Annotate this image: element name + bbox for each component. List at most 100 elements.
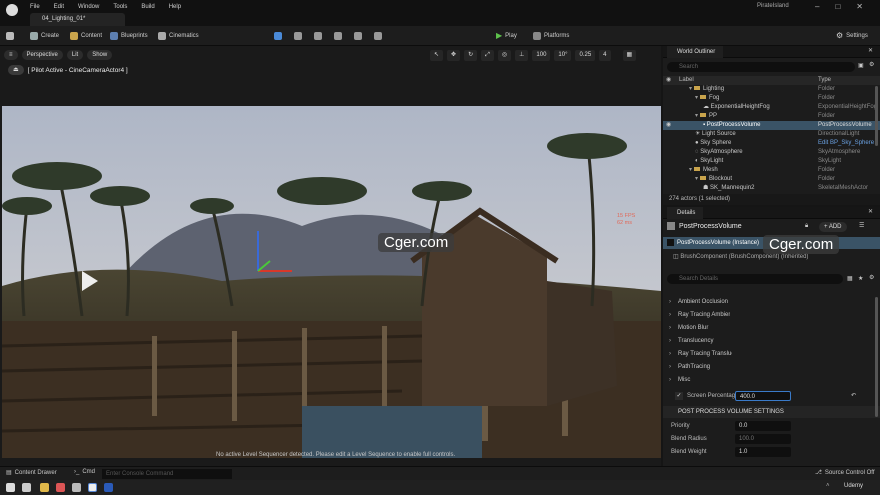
drawer-icon: ▤ [6,470,12,476]
section-ambient-occlusion[interactable]: Ambient Occlusion [663,296,880,309]
details-search-input[interactable]: Search Details [667,274,843,284]
section-translucency[interactable]: Translucency [663,335,880,348]
list-item[interactable]: ◌ SkyAtmosphere SkyAtmosphere [663,148,880,157]
browser-icon[interactable] [56,483,65,492]
eject-pilot-icon[interactable]: ⏏ [8,65,24,75]
details-tab[interactable]: Details [667,207,704,219]
settings-button[interactable]: ⚙ Settings [836,30,868,42]
list-item[interactable]: ☗ SK_Mannequin2 SkeletalMeshActor [663,184,880,192]
menu-file[interactable]: File [30,4,40,10]
content-button[interactable]: Content [70,30,102,42]
menu-edit[interactable]: Edit [54,4,64,10]
override-checkbox[interactable]: ✓ [675,392,683,400]
type-column[interactable]: Type [818,76,831,85]
section-motion-blur[interactable]: Motion Blur [663,322,880,335]
outliner-search-input[interactable]: Search [667,62,855,72]
viewport-layout-icon[interactable]: ▦ [622,50,637,61]
play-button[interactable]: ▶ Play [496,30,517,42]
camera-speed-value[interactable]: 4 [599,50,611,61]
list-item[interactable]: ▾ PP Folder [663,112,880,121]
cmd-button[interactable]: ›_ Cmd [74,469,95,475]
list-item[interactable]: ▾ Fog Folder [663,94,880,103]
blueprints-button[interactable]: Blueprints [110,30,148,42]
mesh-paint-icon[interactable] [334,32,342,40]
app-icon[interactable] [72,483,81,492]
gear-icon[interactable]: ⚙ [869,274,874,281]
section-pathtracing[interactable]: PathTracing [663,361,880,374]
details-scrollbar[interactable] [875,297,878,417]
create-button[interactable]: Create [30,30,59,42]
label-column[interactable]: Label [679,76,694,85]
add-component-button[interactable]: + ADD [819,222,847,232]
close-icon[interactable]: ✕ [868,47,873,54]
photoshop-icon[interactable] [104,483,113,492]
list-item[interactable]: ▾ Mesh Folder [663,166,880,175]
show-button[interactable]: Show [87,50,113,60]
list-item-selected[interactable]: ◉ ▪ PostProcessVolume PostProcessVolume [663,121,880,130]
menu-tools[interactable]: Tools [113,4,127,10]
outliner-tab[interactable]: World Outliner [667,46,724,58]
select-tool-icon[interactable]: ↖ [430,50,444,61]
select-mode-icon[interactable] [274,32,282,40]
start-icon[interactable] [6,483,15,492]
menu-help[interactable]: Help [169,4,181,10]
unreal-logo-icon[interactable] [6,4,18,16]
save-button[interactable] [6,30,14,42]
tray-chevron-icon[interactable]: ˄ [826,483,830,489]
menu-window[interactable]: Window [78,4,99,10]
component-row[interactable]: ◫ BrushComponent (BrushComponent) (Inher… [673,253,808,260]
foliage-mode-icon[interactable] [314,32,322,40]
gear-icon[interactable]: ⚙ [869,61,874,68]
unreal-taskbar-icon[interactable] [88,483,97,492]
section-misc[interactable]: Misc [663,374,880,387]
source-control-button[interactable]: ⎇ Source Control Off [815,469,875,477]
scale-snap-value[interactable]: 0.25 [575,50,596,61]
console-input[interactable]: Enter Console Command [102,469,232,479]
grid-snap-value[interactable]: 100 [532,50,551,61]
scale-tool-icon[interactable]: ⤢ [481,50,494,61]
reset-icon[interactable]: ↶ [851,390,856,402]
perspective-button[interactable]: Perspective [21,50,63,60]
viewport-menu-button[interactable]: ≡ [4,50,18,60]
platforms-button[interactable]: Platforms [533,30,569,42]
grid-view-icon[interactable]: ▦ [847,275,853,282]
fracture-mode-icon[interactable] [374,32,382,40]
close-icon[interactable]: ✕ [856,2,863,11]
close-icon[interactable]: ✕ [868,208,873,215]
task-view-icon[interactable] [22,483,31,492]
lock-icon[interactable]: 🔒︎ [805,223,808,230]
content-drawer-button[interactable]: ▤ Content Drawer [6,469,57,477]
rotate-tool-icon[interactable]: ↻ [464,50,478,61]
outliner-scrollbar[interactable] [875,86,878,146]
lit-button[interactable]: Lit [66,50,84,60]
level-viewport[interactable]: ≡ Perspective Lit Show ↖ ✥ ↻ ⤢ ◎ ⊥ 100 1… [0,46,661,466]
surface-snap-icon[interactable]: ⊥ [515,50,529,61]
eye-icon[interactable]: ◉ [666,121,671,130]
list-item[interactable]: ▾ Lighting Folder [663,85,880,94]
menu-build[interactable]: Build [141,4,154,10]
level-tab[interactable]: 04_Lighting_01* [30,13,125,26]
list-item[interactable]: ☁ ExponentialHeightFog ExponentialHeightF… [663,103,880,112]
screen-percentage-input[interactable]: 400.0 [735,391,791,401]
section-ray-tracing-translucency[interactable]: Ray Tracing Translucency [663,348,880,361]
favorite-star-icon[interactable]: ★ [858,275,863,282]
ppv-settings-header[interactable]: POST PROCESS VOLUME SETTINGS [663,406,880,418]
minimize-icon[interactable]: – [815,2,819,11]
world-local-icon[interactable]: ◎ [497,50,512,61]
watermark: Cger.com [763,235,840,254]
options-icon[interactable]: ☰ [859,222,864,229]
add-folder-icon[interactable]: ▣ [858,62,864,69]
file-explorer-icon[interactable] [40,483,49,492]
rotation-snap-value[interactable]: 10° [554,50,572,61]
list-item[interactable]: ☀ Light Source DirectionalLight [663,130,880,139]
list-item[interactable]: ● Sky Sphere Edit BP_Sky_Sphere [663,139,880,148]
maximize-icon[interactable]: □ [835,2,840,11]
cinematics-button[interactable]: Cinematics [158,30,199,42]
list-item[interactable]: ▾ Blockout Folder [663,175,880,184]
section-ray-tracing-ao[interactable]: Ray Tracing Ambient Occlusion [663,309,880,322]
actor-name[interactable]: PostProcessVolume [679,223,742,230]
list-item[interactable]: ◐ SkyLight SkyLight [663,157,880,166]
translate-tool-icon[interactable]: ✥ [447,50,461,61]
landscape-mode-icon[interactable] [294,32,302,40]
modeling-mode-icon[interactable] [354,32,362,40]
